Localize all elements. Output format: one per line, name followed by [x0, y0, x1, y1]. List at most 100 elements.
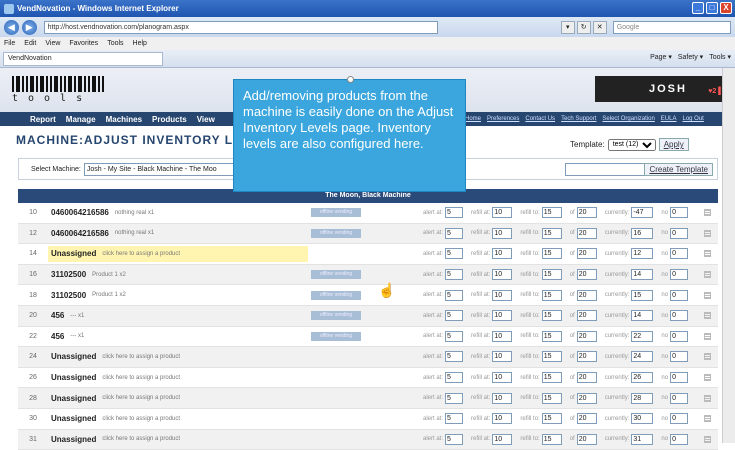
link-eula[interactable]: EULA	[661, 116, 677, 122]
currently-input[interactable]: -47	[631, 207, 654, 219]
product-code[interactable]: 0460064216586	[51, 208, 109, 217]
nav-view[interactable]: View	[197, 115, 215, 124]
capacity-input[interactable]: 20	[576, 310, 597, 322]
alert-input[interactable]: 5	[445, 392, 464, 404]
currently-input[interactable]: 16	[631, 227, 654, 239]
alert-input[interactable]: 5	[445, 207, 464, 219]
drag-handle-icon[interactable]	[704, 415, 711, 423]
product-cell[interactable]: Unassigned click here to assign a product	[48, 349, 308, 365]
product-cell[interactable]: Unassigned click here to assign a product	[48, 245, 308, 262]
refill-to-input[interactable]: 15	[541, 372, 562, 384]
alert-input[interactable]: 5	[445, 413, 464, 425]
refill-to-input[interactable]: 15	[541, 433, 562, 445]
menu-edit[interactable]: Edit	[24, 40, 36, 47]
search-input[interactable]: Google	[612, 20, 731, 34]
product-cell[interactable]: 456 --- x1	[48, 328, 308, 344]
drag-handle-icon[interactable]	[704, 291, 711, 299]
no-input[interactable]: 0	[670, 330, 689, 342]
currently-input[interactable]: 28	[631, 392, 654, 404]
no-input[interactable]: 0	[670, 269, 689, 281]
close-button[interactable]: X	[720, 2, 732, 14]
product-note[interactable]: click here to assign a product	[102, 436, 180, 442]
drag-handle-icon[interactable]	[704, 374, 711, 382]
product-code[interactable]: 456	[51, 332, 64, 341]
menu-tools[interactable]: Tools	[107, 40, 123, 47]
drag-handle-icon[interactable]	[704, 435, 711, 443]
currently-input[interactable]: 31	[631, 433, 654, 445]
refill-to-input[interactable]: 15	[541, 248, 562, 260]
page-scrollbar[interactable]	[722, 68, 735, 443]
no-input[interactable]: 0	[670, 372, 689, 384]
menu-favorites[interactable]: Favorites	[69, 40, 98, 47]
refill-input[interactable]: 10	[492, 372, 513, 384]
nav-products[interactable]: Products	[152, 115, 187, 124]
product-note[interactable]: --- x1	[70, 333, 84, 339]
nav-manage[interactable]: Manage	[66, 115, 96, 124]
refill-input[interactable]: 10	[492, 392, 513, 404]
refill-input[interactable]: 10	[492, 413, 513, 425]
nav-machines[interactable]: Machines	[106, 115, 142, 124]
no-input[interactable]: 0	[670, 310, 689, 322]
refill-to-input[interactable]: 15	[541, 392, 562, 404]
alert-input[interactable]: 5	[445, 269, 464, 281]
capacity-input[interactable]: 20	[576, 372, 597, 384]
alert-input[interactable]: 5	[445, 433, 464, 445]
safety-menu[interactable]: Safety ▾	[678, 53, 703, 61]
link-contact[interactable]: Contact Us	[525, 116, 555, 122]
no-input[interactable]: 0	[670, 248, 689, 260]
capacity-input[interactable]: 20	[576, 248, 597, 260]
refill-input[interactable]: 10	[492, 310, 513, 322]
drag-handle-icon[interactable]	[704, 209, 711, 217]
create-template-button[interactable]: Create Template	[644, 163, 713, 176]
refill-to-input[interactable]: 15	[541, 227, 562, 239]
no-input[interactable]: 0	[670, 207, 689, 219]
currently-input[interactable]: 24	[631, 351, 654, 363]
url-input[interactable]: http://host.vendnovation.com/planogram.a…	[43, 20, 438, 34]
no-input[interactable]: 0	[670, 433, 689, 445]
capacity-input[interactable]: 20	[576, 207, 597, 219]
product-code[interactable]: Unassigned	[51, 394, 96, 403]
product-code[interactable]: 0460064216586	[51, 229, 109, 238]
forward-icon[interactable]: ▶	[21, 19, 37, 35]
product-code[interactable]: Unassigned	[51, 352, 96, 361]
product-cell[interactable]: 31102500 Product 1 x2	[48, 287, 308, 303]
capacity-input[interactable]: 20	[576, 289, 597, 301]
link-preferences[interactable]: Preferences	[487, 116, 519, 122]
product-cell[interactable]: Unassigned click here to assign a product	[48, 390, 308, 406]
dropdown-icon[interactable]: ▾	[560, 20, 575, 34]
refill-to-input[interactable]: 15	[541, 269, 562, 281]
template-select[interactable]: test (12)	[607, 138, 656, 151]
tools-menu[interactable]: Tools ▾	[709, 53, 731, 61]
no-input[interactable]: 0	[670, 392, 689, 404]
alert-input[interactable]: 5	[445, 372, 464, 384]
currently-input[interactable]: 26	[631, 372, 654, 384]
drag-handle-icon[interactable]	[704, 394, 711, 402]
alert-input[interactable]: 5	[445, 227, 464, 239]
no-input[interactable]: 0	[670, 227, 689, 239]
product-cell[interactable]: Unassigned click here to assign a product	[48, 411, 308, 427]
product-note[interactable]: click here to assign a product	[102, 395, 180, 401]
currently-input[interactable]: 22	[631, 330, 654, 342]
product-note[interactable]: Product 1 x2	[92, 272, 126, 278]
product-code[interactable]: Unassigned	[51, 373, 96, 382]
refill-input[interactable]: 10	[492, 330, 513, 342]
capacity-input[interactable]: 20	[576, 330, 597, 342]
browser-tab[interactable]: VendNovation	[3, 51, 163, 66]
alert-input[interactable]: 5	[445, 310, 464, 322]
product-cell[interactable]: Unassigned click here to assign a product	[48, 370, 308, 386]
alert-input[interactable]: 5	[445, 351, 464, 363]
product-code[interactable]: Unassigned	[51, 435, 96, 444]
back-icon[interactable]: ◀	[4, 19, 19, 35]
menu-view[interactable]: View	[45, 40, 60, 47]
refill-input[interactable]: 10	[492, 269, 513, 281]
refresh-icon[interactable]: ↻	[576, 20, 591, 34]
nav-report[interactable]: Report	[30, 115, 56, 124]
drag-handle-icon[interactable]	[704, 250, 711, 258]
product-note[interactable]: click here to assign a product	[102, 416, 180, 422]
product-code[interactable]: 31102500	[51, 291, 86, 300]
alert-input[interactable]: 5	[445, 248, 464, 260]
refill-to-input[interactable]: 15	[541, 207, 562, 219]
currently-input[interactable]: 14	[631, 310, 654, 322]
product-note[interactable]: click here to assign a product	[102, 251, 180, 257]
currently-input[interactable]: 14	[631, 269, 654, 281]
